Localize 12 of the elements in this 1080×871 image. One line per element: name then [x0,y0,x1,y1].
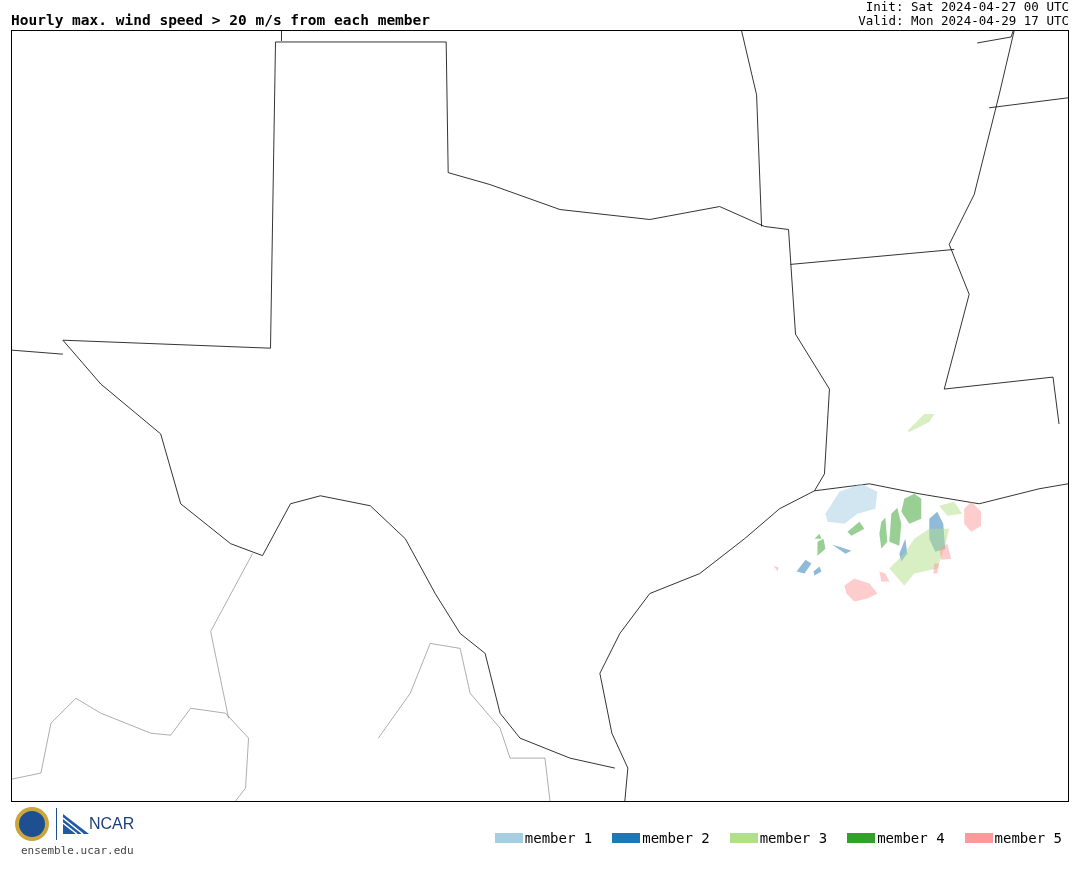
legend-label: member 5 [994,830,1062,846]
legend-label: member 2 [642,830,710,846]
site-url: ensemble.ucar.edu [21,844,134,857]
legend-label: member 4 [877,830,945,846]
init-time: Init: Sat 2024-04-27 00 UTC [864,0,1069,14]
stripes-icon [63,814,89,834]
valid-time: Valid: Mon 2024-04-29 17 UTC [858,14,1069,28]
chart-title: Hourly max. wind speed > 20 m/s from each member [11,12,431,28]
seal-icon [14,806,50,842]
logo-text: NCAR [89,815,135,833]
legend-label: member 3 [759,830,828,846]
legend-label: member 1 [524,830,593,846]
